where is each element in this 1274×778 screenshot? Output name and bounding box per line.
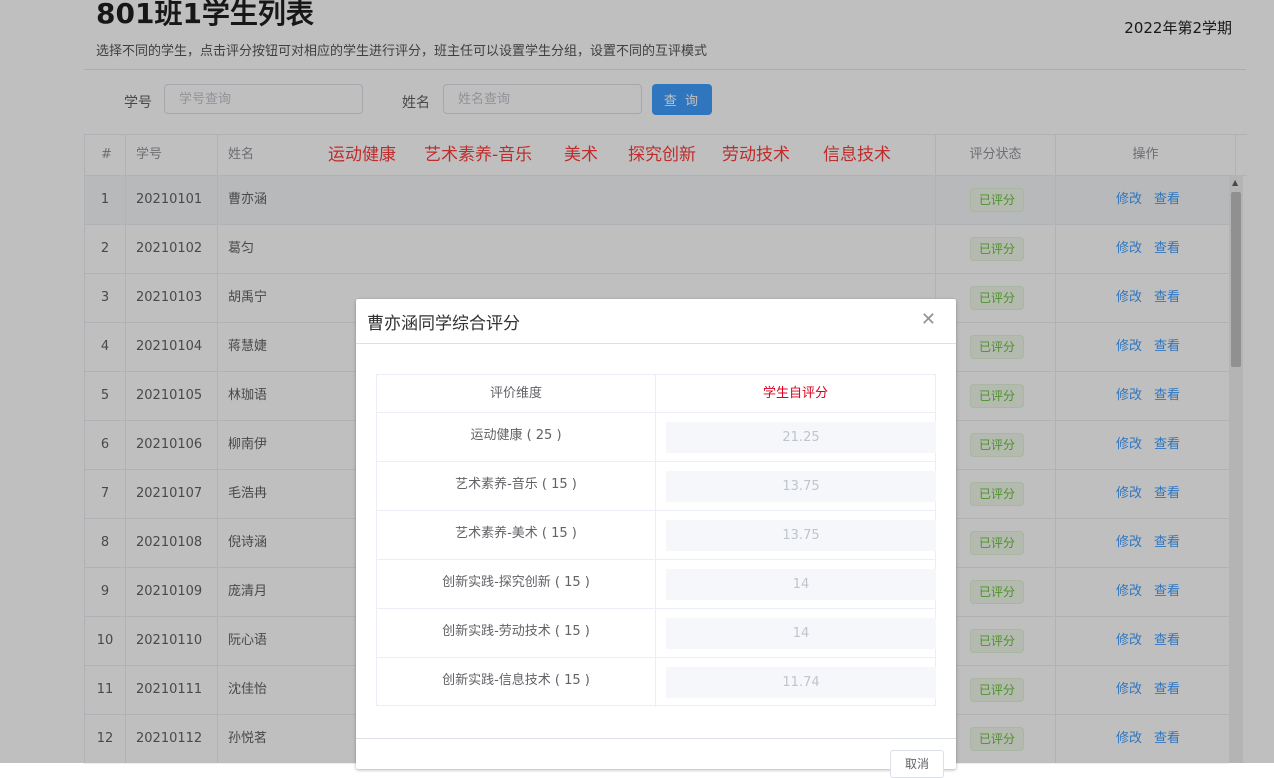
self-score-cell (656, 609, 936, 657)
self-score-cell (656, 658, 936, 707)
self-score-input[interactable] (666, 618, 936, 649)
dimension-label: 运动健康 ( 25 ) (377, 413, 656, 461)
score-row: 艺术素养-美术 ( 15 ) (377, 511, 936, 560)
self-score-input[interactable] (666, 471, 936, 502)
dialog-title: 曹亦涵同学综合评分 (367, 314, 520, 334)
self-score-input[interactable] (666, 422, 936, 453)
score-row: 创新实践-劳动技术 ( 15 ) (377, 609, 936, 658)
dimension-label: 创新实践-劳动技术 ( 15 ) (377, 609, 656, 657)
score-table: 评价维度 学生自评分 运动健康 ( 25 )艺术素养-音乐 ( 15 )艺术素养… (376, 374, 936, 707)
score-dialog: 曹亦涵同学综合评分 ✕ 评价维度 学生自评分 运动健康 ( 25 )艺术素养-音… (356, 299, 956, 778)
dialog-header-divider (356, 343, 956, 344)
self-score-input[interactable] (666, 569, 936, 600)
cancel-button[interactable]: 取消 (890, 750, 944, 778)
score-table-header: 评价维度 学生自评分 (377, 375, 935, 413)
self-score-cell (656, 511, 936, 559)
column-header-self-score: 学生自评分 (762, 386, 828, 401)
self-score-cell (656, 462, 936, 510)
score-row: 运动健康 ( 25 ) (377, 413, 936, 462)
self-score-cell (656, 413, 936, 461)
dialog-footer-divider (356, 738, 956, 739)
dimension-label: 艺术素养-美术 ( 15 ) (377, 511, 656, 559)
dimension-label: 艺术素养-音乐 ( 15 ) (377, 462, 656, 510)
dimension-label: 创新实践-探究创新 ( 15 ) (377, 560, 656, 608)
score-row: 创新实践-信息技术 ( 15 ) (377, 658, 936, 707)
self-score-cell (656, 560, 936, 608)
score-row: 创新实践-探究创新 ( 15 ) (377, 560, 936, 609)
dimension-label: 创新实践-信息技术 ( 15 ) (377, 658, 656, 707)
score-row: 艺术素养-音乐 ( 15 ) (377, 462, 936, 511)
self-score-input[interactable] (666, 667, 936, 698)
self-score-input[interactable] (666, 520, 936, 551)
close-icon[interactable]: ✕ (921, 309, 936, 330)
column-header-dimension: 评价维度 (377, 375, 656, 412)
